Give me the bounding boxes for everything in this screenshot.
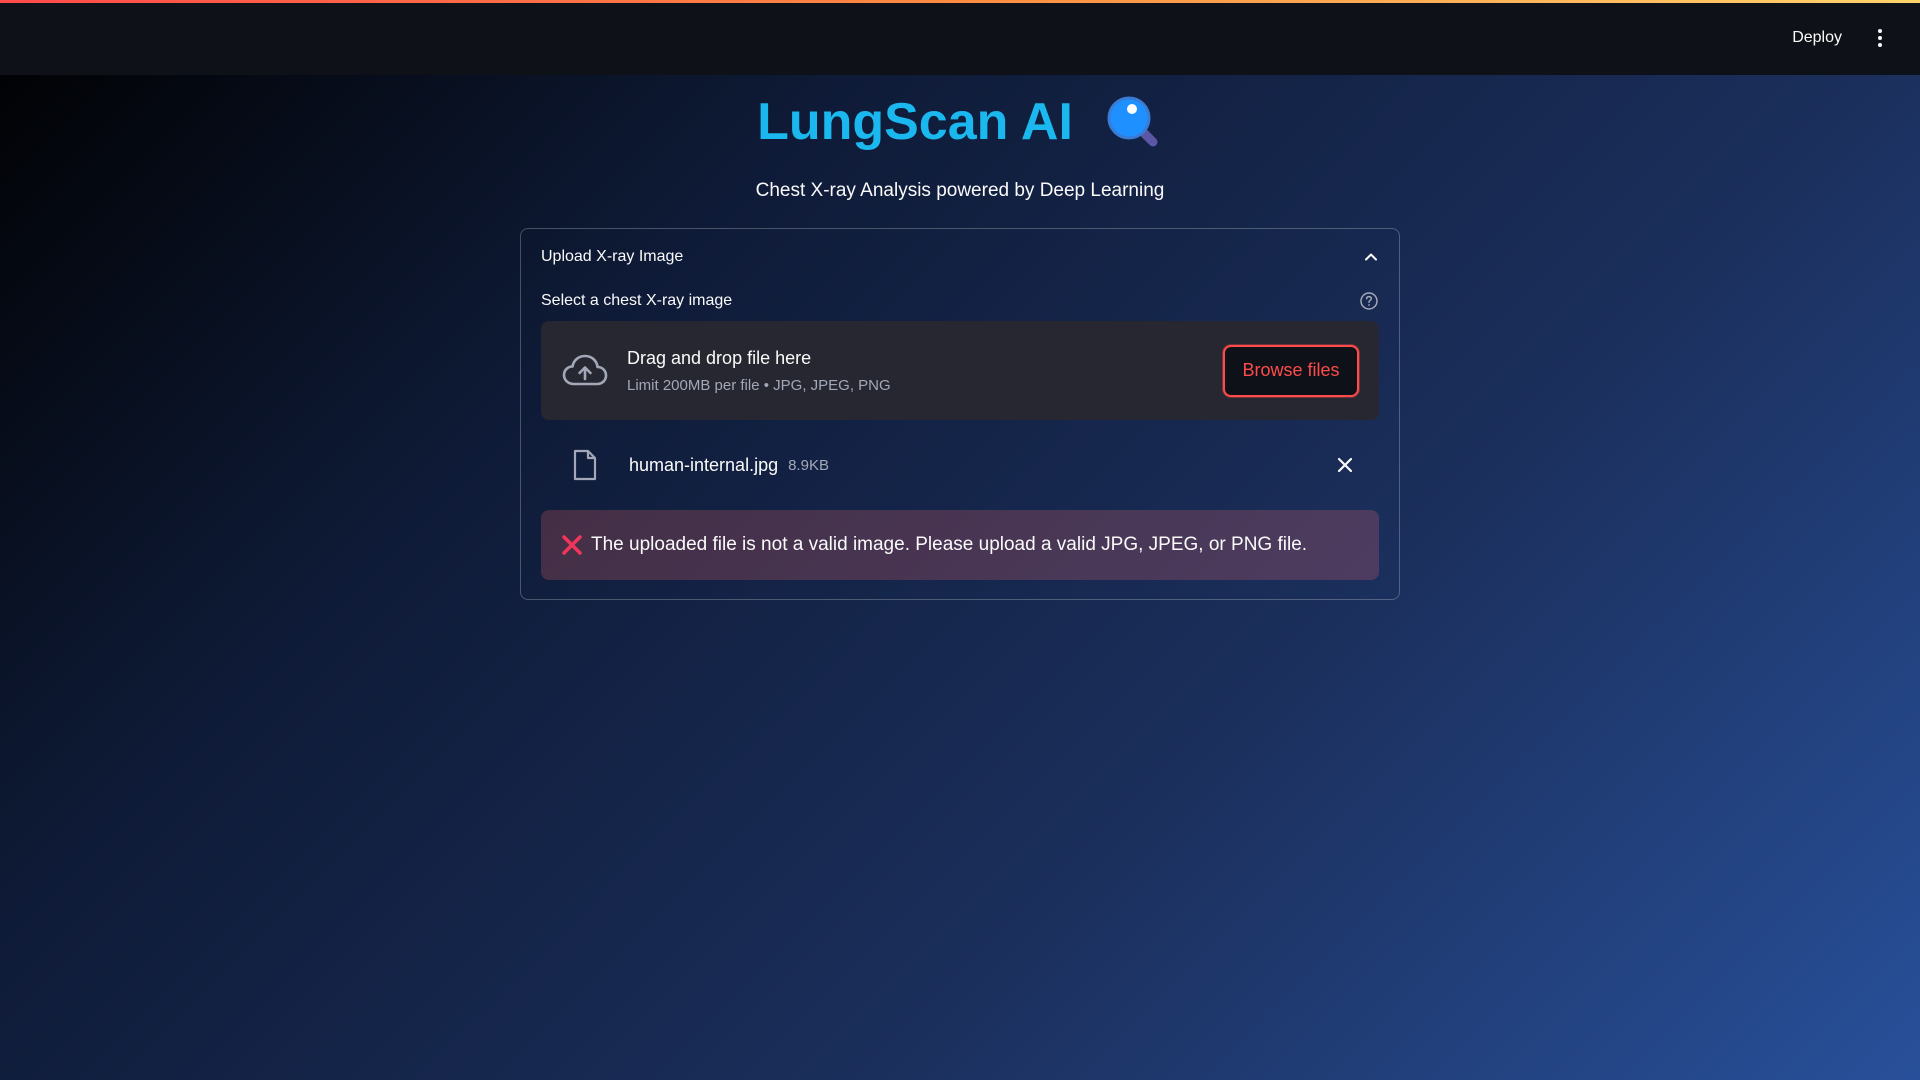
page-title: LungScan AI	[757, 93, 1073, 151]
browse-files-button[interactable]: Browse files	[1223, 344, 1359, 397]
magnifying-glass-icon	[1107, 96, 1158, 147]
header-decoration-bar	[0, 0, 1920, 3]
help-icon[interactable]	[1359, 291, 1379, 311]
error-alert: The uploaded file is not a valid image. …	[541, 510, 1379, 580]
cross-mark-icon	[562, 535, 582, 555]
file-size: 8.9KB	[788, 456, 829, 474]
dropzone-text: Drag and drop file here Limit 200MB per …	[627, 348, 1223, 394]
close-icon[interactable]	[1335, 455, 1355, 475]
deploy-button[interactable]: Deploy	[1780, 21, 1854, 55]
expander-title: Upload X-ray Image	[541, 248, 684, 265]
error-message: The uploaded file is not a valid image. …	[591, 534, 1308, 555]
page-subtitle: Chest X-ray Analysis powered by Deep Lea…	[755, 180, 1165, 201]
more-vertical-icon[interactable]	[1868, 18, 1892, 58]
uploaded-file-row: human-internal.jpg 8.9KB	[541, 437, 1379, 493]
file-icon	[573, 449, 597, 481]
cloud-upload-icon	[562, 354, 608, 385]
uploader-label-row: Select a chest X-ray image	[541, 289, 1379, 313]
upload-expander: Upload X-ray Image Select a chest X-ray …	[520, 228, 1400, 600]
chevron-up-icon	[1365, 253, 1377, 261]
dropzone-title: Drag and drop file here	[627, 347, 812, 368]
expander-header[interactable]: Upload X-ray Image	[521, 229, 1399, 285]
dropzone-limit: Limit 200MB per file • JPG, JPEG, PNG	[627, 376, 891, 394]
file-name: human-internal.jpg	[629, 454, 779, 475]
file-dropzone[interactable]: Drag and drop file here Limit 200MB per …	[541, 321, 1379, 420]
top-toolbar: Deploy	[0, 0, 1920, 75]
uploader-label: Select a chest X-ray image	[541, 292, 733, 309]
page-title-row: LungScan AI	[0, 92, 1920, 152]
